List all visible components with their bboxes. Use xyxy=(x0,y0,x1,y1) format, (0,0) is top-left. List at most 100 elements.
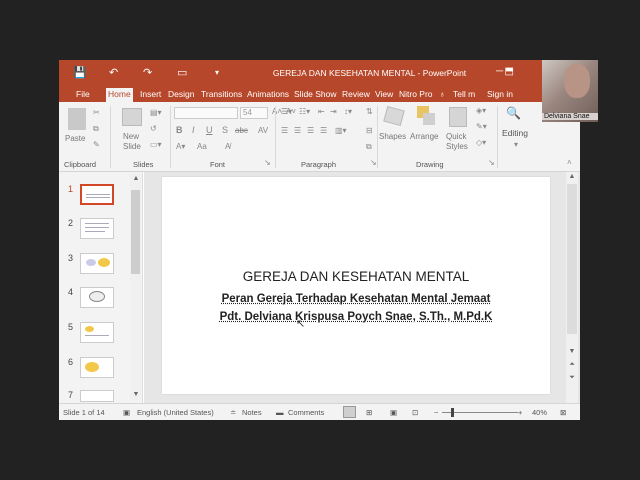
tab-nitro-pro[interactable]: Nitro Pro xyxy=(397,88,435,102)
format-painter-icon[interactable]: ✎ xyxy=(93,140,100,149)
tab-transitions[interactable]: Transitions xyxy=(199,88,244,102)
tab-review[interactable]: Review xyxy=(340,88,372,102)
slideshow-view-icon[interactable]: ⊡ xyxy=(412,408,418,417)
align-center-icon[interactable]: ☰ xyxy=(294,126,301,135)
clear-formatting-icon[interactable]: A̸ xyxy=(225,142,230,151)
scroll-down-icon[interactable]: ▼ xyxy=(131,391,141,398)
shapes-button[interactable]: Shapes xyxy=(379,132,406,142)
decrease-indent-icon[interactable]: ⇤ xyxy=(318,107,325,116)
ribbon-display-icon[interactable]: ⬒ xyxy=(505,66,514,77)
minimize-icon[interactable]: ─ xyxy=(496,66,503,77)
scroll-thumb[interactable] xyxy=(567,184,577,334)
editing-button[interactable]: Editing xyxy=(502,128,528,138)
text-direction-icon[interactable]: ⇅ xyxy=(366,107,373,116)
notes-button[interactable]: Notes xyxy=(242,408,262,417)
font-size-dropdown[interactable]: 54 xyxy=(240,107,268,119)
zoom-level[interactable]: 40% xyxy=(532,408,547,417)
language-indicator[interactable]: English (United States) xyxy=(137,408,214,417)
bold-button[interactable]: B xyxy=(176,125,183,135)
scroll-up-icon[interactable]: ▲ xyxy=(567,173,577,180)
shadow-button[interactable]: S xyxy=(222,125,228,135)
fit-to-window-icon[interactable]: ⊠ xyxy=(560,408,566,417)
zoom-in-icon[interactable]: + xyxy=(518,408,522,417)
tab-file[interactable]: File xyxy=(74,88,92,102)
font-name-dropdown[interactable] xyxy=(174,107,238,119)
tab-view[interactable]: View xyxy=(373,88,395,102)
justify-icon[interactable]: ☰ xyxy=(320,126,327,135)
find-icon[interactable]: 🔍 xyxy=(506,106,521,120)
align-text-icon[interactable]: ⊟ xyxy=(366,126,373,135)
notes-icon[interactable]: ≐ xyxy=(230,408,236,417)
slide-title[interactable]: GEREJA DAN KESEHATAN MENTAL xyxy=(162,269,550,284)
copy-icon[interactable]: ⧉ xyxy=(93,124,99,134)
align-right-icon[interactable]: ☰ xyxy=(307,126,314,135)
paragraph-dialog-launcher-icon[interactable]: ↘ xyxy=(370,158,377,167)
paste-button[interactable]: Paste xyxy=(65,134,85,144)
sign-in-link[interactable]: Sign in xyxy=(485,88,515,102)
slide-thumbnail-5[interactable] xyxy=(80,322,114,343)
reset-icon[interactable]: ↺ xyxy=(150,124,157,133)
slide-canvas[interactable]: GEREJA DAN KESEHATAN MENTAL Peran Gereja… xyxy=(162,177,550,394)
tab-slide-show[interactable]: Slide Show xyxy=(292,88,339,102)
quick-styles-icon[interactable] xyxy=(449,107,467,127)
tab-design[interactable]: Design xyxy=(166,88,196,102)
next-slide-icon[interactable]: ⏷ xyxy=(567,374,577,382)
smartart-icon[interactable]: ⧉ xyxy=(366,142,372,152)
slide-thumbnail-7[interactable] xyxy=(80,390,114,402)
slide-thumbnail-6[interactable] xyxy=(80,357,114,378)
comments-button[interactable]: Comments xyxy=(288,408,324,417)
tab-insert[interactable]: Insert xyxy=(138,88,163,102)
editing-dropdown-icon[interactable]: ▾ xyxy=(514,140,518,149)
line-spacing-icon[interactable]: ↕▾ xyxy=(344,107,352,116)
zoom-slider-handle[interactable] xyxy=(451,408,454,417)
slide-thumbnail-3[interactable] xyxy=(80,253,114,274)
cut-icon[interactable]: ✂ xyxy=(93,108,100,117)
character-spacing-icon[interactable]: AV xyxy=(258,126,268,135)
shape-effects-icon[interactable]: ◇▾ xyxy=(476,138,486,147)
quick-styles-button[interactable]: Quick Styles xyxy=(446,132,468,152)
align-left-icon[interactable]: ☰ xyxy=(281,126,288,135)
spellcheck-icon[interactable]: ▣ xyxy=(123,408,130,417)
zoom-out-icon[interactable]: − xyxy=(434,408,438,417)
normal-view-icon[interactable] xyxy=(343,406,356,418)
collapse-ribbon-icon[interactable]: ˄ xyxy=(567,158,572,167)
reading-view-icon[interactable]: ▣ xyxy=(390,408,397,417)
increase-indent-icon[interactable]: ⇥ xyxy=(330,107,337,116)
shape-outline-icon[interactable]: ✎▾ xyxy=(476,122,487,131)
layout-icon[interactable]: ▤▾ xyxy=(150,108,162,117)
thumbnails-scrollbar[interactable]: ▲ ▼ xyxy=(130,174,141,400)
shapes-icon[interactable] xyxy=(383,105,405,127)
slide-subtitle-1[interactable]: Peran Gereja Terhadap Kesehatan Mental J… xyxy=(162,293,550,305)
strikethrough-button[interactable]: abc xyxy=(235,126,248,135)
editor-scrollbar[interactable]: ▲ ▼ ⏶ ⏷ xyxy=(566,172,578,403)
font-color-icon[interactable]: A▾ xyxy=(176,142,185,151)
lightbulb-icon[interactable]: ♁ xyxy=(437,88,447,102)
tab-home[interactable]: Home xyxy=(106,88,133,102)
scroll-down-icon[interactable]: ▼ xyxy=(567,348,577,355)
new-slide-button[interactable]: New Slide xyxy=(123,132,141,152)
paste-icon[interactable] xyxy=(68,108,86,130)
slide-sorter-icon[interactable]: ⊞ xyxy=(366,408,372,417)
slide-thumbnail-2[interactable] xyxy=(80,218,114,239)
columns-icon[interactable]: ▥▾ xyxy=(335,126,347,135)
drawing-dialog-launcher-icon[interactable]: ↘ xyxy=(488,158,495,167)
scroll-thumb[interactable] xyxy=(131,190,140,274)
previous-slide-icon[interactable]: ⏶ xyxy=(567,361,577,369)
slide-subtitle-2[interactable]: Pdt. Delviana Krispusa Poych Snae, S.Th.… xyxy=(162,311,550,323)
tell-me-input[interactable]: Tell m xyxy=(451,88,477,102)
slide-thumbnail-4[interactable] xyxy=(80,287,114,308)
numbering-icon[interactable]: ☷▾ xyxy=(299,107,310,116)
slide-thumbnail-1[interactable] xyxy=(80,184,114,205)
underline-button[interactable]: U xyxy=(206,125,213,135)
arrange-button[interactable]: Arrange xyxy=(410,132,438,142)
comments-icon[interactable]: ▬ xyxy=(276,408,284,417)
tab-animations[interactable]: Animations xyxy=(245,88,291,102)
scroll-up-icon[interactable]: ▲ xyxy=(131,175,141,182)
new-slide-icon[interactable] xyxy=(122,108,142,126)
section-icon[interactable]: ▭▾ xyxy=(150,140,162,149)
italic-button[interactable]: I xyxy=(192,125,195,135)
change-case-button[interactable]: Aa xyxy=(197,142,207,151)
font-dialog-launcher-icon[interactable]: ↘ xyxy=(264,158,271,167)
bullets-icon[interactable]: ☰▾ xyxy=(281,107,292,116)
shape-fill-icon[interactable]: ◈▾ xyxy=(476,106,486,115)
